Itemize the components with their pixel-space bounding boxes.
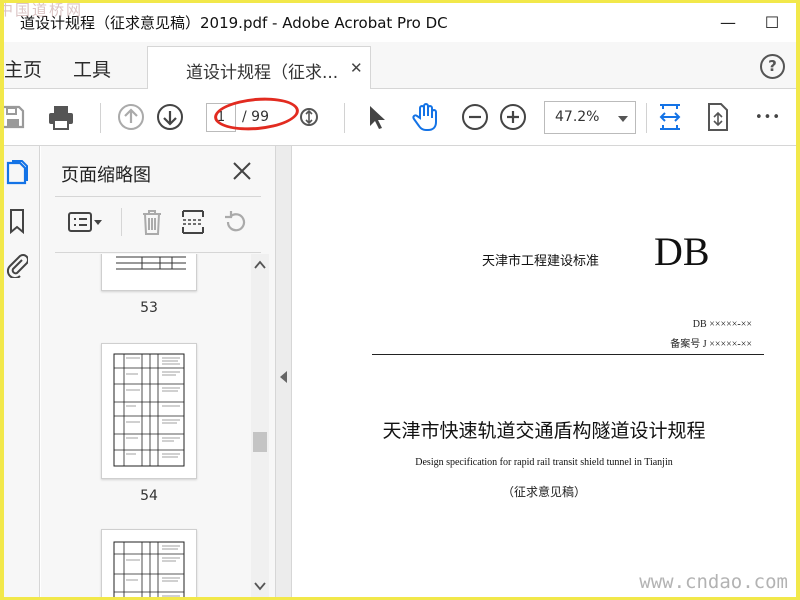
navigation-rail [4,146,40,597]
db-heading: DB [654,229,710,274]
more-tools-button[interactable]: ••• [752,102,784,132]
toolbar-divider [646,103,647,133]
page-thumbnail-preview [113,541,185,597]
maximize-button[interactable]: ☐ [752,9,792,35]
next-page-button[interactable] [155,102,185,132]
toolbar-divider [344,103,345,133]
previous-page-button[interactable] [116,102,146,132]
chevron-down-icon [618,116,628,122]
standard-category-label: 天津市工程建设标准 [482,254,600,269]
minimize-icon: — [720,12,736,32]
panel-title: 页面缩略图 [61,165,151,186]
options-menu-icon [68,212,102,232]
thumbnail-page-number: 54 [140,488,158,504]
delete-pages-button[interactable] [136,206,168,238]
panel-divider [55,252,261,253]
draft-label: （征求意见稿） [501,485,586,499]
thumbnail-scrollbar[interactable] [251,254,269,597]
close-icon [233,162,251,180]
tools-tab[interactable]: 工具 [73,55,111,82]
page-thumbnail[interactable] [101,254,197,291]
window-title: 道设计规程（征求意见稿）2019.pdf - Adobe Acrobat Pro… [20,14,448,32]
record-number: 备案号 J ×××××-×× [670,339,752,350]
page-thumbnails-button[interactable] [4,158,30,186]
panel-toolbar-divider [121,208,122,236]
rotate-pages-button[interactable] [219,206,251,238]
zoom-in-button[interactable] [498,102,528,132]
print-icon [49,106,73,130]
bookmarks-icon [10,209,24,234]
scrolling-mode-button[interactable] [703,102,733,132]
document-tab[interactable]: 道设计规程（征求... ✕ [147,46,371,89]
select-tool-button[interactable] [362,102,392,132]
acrobat-window: 道设计规程（征求意见稿）2019.pdf - Adobe Acrobat Pro… [4,3,796,597]
document-title: 天津市快速轨道交通盾构隧道设计规程 [382,420,706,442]
page-thumbnail-preview [116,256,186,270]
zoom-marquee-icon [300,108,318,126]
close-panel-button[interactable] [229,158,255,184]
page-up-icon [118,104,144,130]
insert-pages-icon [182,210,204,234]
save-button[interactable] [4,102,28,132]
red-annotation-ellipse [212,94,301,134]
insert-pages-button[interactable] [177,206,209,238]
panel-divider [55,196,261,197]
bookmarks-button[interactable] [4,207,30,235]
page-down-icon [157,104,183,130]
fit-width-icon [659,104,681,130]
toolbar: 1 / 99 47.2% ••• [4,89,796,146]
document-english-title: Design specification for rapid rail tran… [415,457,673,468]
thumbnail-list: 53 54 [41,254,261,597]
attachments-icon [6,254,28,278]
title-bar: 道设计规程（征求意见稿）2019.pdf - Adobe Acrobat Pro… [4,3,796,42]
trash-icon [143,210,161,235]
zoom-level-dropdown[interactable]: 47.2% [544,101,636,134]
close-tab-icon[interactable]: ✕ [350,59,363,77]
watermark-logo-text: 中国道桥网 [4,3,84,19]
document-view: 天津市工程建设标准 DB DB ×××××-×× 备案号 J ×××××-×× … [292,146,796,597]
scrollbar-thumb[interactable] [253,432,267,452]
document-tab-label: 道设计规程（征求... [186,63,339,83]
page-thumbnail-preview [113,353,185,467]
standard-code: DB ×××××-×× [692,319,752,330]
hand-tool-button[interactable] [411,102,441,132]
zoom-out-icon [462,104,488,130]
page-thumbnails-icon [6,160,28,185]
zoom-marquee-button[interactable] [294,102,324,132]
hand-tool-icon [412,103,437,131]
page-thumbnails-panel: 页面缩略图 53 54 [41,146,275,597]
attachments-button[interactable] [4,251,30,279]
panel-splitter[interactable] [275,146,292,597]
header-rule [372,354,764,355]
page-thumbnail[interactable] [101,343,197,479]
help-icon[interactable]: ? [760,54,785,79]
print-button[interactable] [46,102,76,132]
scroll-down-icon[interactable] [254,581,266,591]
maximize-icon: ☐ [764,12,780,32]
thumbnail-page-number: 53 [140,300,158,316]
thumbnail-options-button[interactable] [65,206,105,238]
watermark-url: www.cndao.com [639,571,788,593]
select-cursor-icon [370,106,385,129]
zoom-in-icon [500,104,526,130]
menu-bar: 主页 工具 道设计规程（征求... ✕ ? [4,42,796,89]
collapse-panel-icon[interactable] [280,371,287,383]
minimize-button[interactable]: — [708,9,748,35]
more-icon: ••• [754,109,781,125]
page-thumbnail[interactable] [101,529,197,597]
zoom-level-value: 47.2% [555,109,600,125]
toolbar-divider [100,103,101,133]
scroll-up-icon[interactable] [254,260,266,270]
rotate-icon [225,211,246,232]
page-scroll-icon [708,103,728,131]
fit-width-button[interactable] [655,102,685,132]
save-icon [4,105,25,129]
home-tab[interactable]: 主页 [4,55,42,82]
zoom-out-button[interactable] [460,102,490,132]
